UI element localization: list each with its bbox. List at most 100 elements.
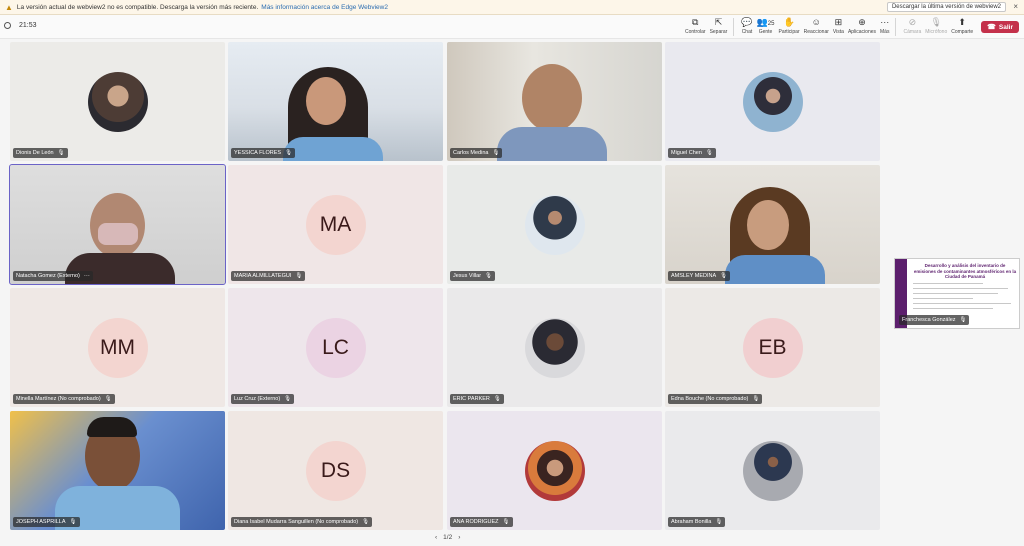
hang-up-icon: ☎: [987, 24, 996, 31]
microphone-off-icon: 🎙: [493, 396, 501, 402]
microphone-off-icon: 🎙: [69, 519, 77, 525]
participant-initials: MA: [305, 194, 366, 255]
participant-name-tag: Edna Bouche (No comprobado) 🎙: [668, 394, 763, 404]
apps-icon: ⊕: [858, 17, 866, 27]
banner-learn-more-link[interactable]: Más información acerca de Edge Webview2: [261, 4, 388, 11]
warning-icon: ▲: [5, 2, 13, 12]
participant-tile[interactable]: DS Diana Isabel Mudarra Sanguillen (No c…: [228, 411, 443, 530]
microphone-off-icon: 🎙: [485, 273, 493, 279]
participant-avatar: [524, 440, 585, 501]
toolbar-divider: [895, 18, 897, 36]
gallery-pager: ‹ 1/2 ›: [432, 534, 463, 541]
comparte-button[interactable]: ⬆ Comparte: [951, 17, 973, 35]
participant-name-tag: Diana Isabel Mudarra Sanguillen (No comp…: [231, 517, 373, 527]
next-page-icon[interactable]: ›: [458, 534, 460, 541]
more-options-icon[interactable]: ···: [84, 271, 90, 281]
participant-name-tag: ANA RODRIGUEZ 🎙: [450, 517, 513, 527]
reaccionar-button[interactable]: ☺ Reaccionar: [804, 17, 829, 35]
people-count: 25: [767, 21, 775, 27]
participant-video-tile[interactable]: JOSEPH ASPRILLA 🎙: [10, 411, 225, 530]
participant-name-tag: Miguel Chen 🎙: [668, 148, 716, 158]
microphone-off-icon: 🎙: [715, 519, 723, 525]
shield-icon: [4, 22, 11, 29]
participant-name-tag: AMSLEY MEDINA 🎙: [668, 271, 731, 281]
participant-initials: DS: [305, 440, 366, 501]
participant-tile[interactable]: MA MARIA ALMILLATEGUI 🎙: [228, 165, 443, 284]
chat-button[interactable]: 💬 Chat: [741, 17, 752, 35]
separar-button[interactable]: ⇱ Separar: [710, 17, 728, 35]
participant-avatar: [524, 317, 585, 378]
participant-name-tag: Natacha Gomez (Externo) ···: [13, 271, 93, 281]
controlar-button[interactable]: ⧉ Controlar: [685, 17, 706, 35]
participant-tile[interactable]: Abraham Bonilla 🎙: [665, 411, 880, 530]
microphone-off-icon: 🎙: [502, 519, 510, 525]
participar-button[interactable]: ✋ Participar: [778, 17, 799, 35]
participant-avatar: [524, 194, 585, 255]
emoji-icon: ☺: [811, 17, 821, 27]
participant-video-tile[interactable]: YESSICA FLORES 🎙: [228, 42, 443, 161]
participant-tile[interactable]: ANA RODRIGUEZ 🎙: [447, 411, 662, 530]
microphone-off-icon: 🎙: [295, 273, 303, 279]
close-icon[interactable]: ×: [1013, 2, 1018, 11]
camara-button[interactable]: ⊘ Cámara: [903, 17, 921, 35]
participant-name-tag: YESSICA FLORES 🎙: [231, 148, 296, 158]
microphone-off-icon: 🎙: [285, 150, 293, 156]
chat-icon: 💬: [741, 17, 753, 27]
microphone-off-icon: 🎙: [720, 273, 728, 279]
participant-name-tag: Dionis De León 🎙: [13, 148, 68, 158]
grid-view-icon: ⊞: [834, 17, 843, 27]
participant-tile[interactable]: Miguel Chen 🎙: [665, 42, 880, 161]
participant-initials: EB: [742, 317, 803, 378]
toolbar-divider: [733, 18, 735, 36]
participant-name-tag: Luz Cruz (Externo) 🎙: [231, 394, 295, 404]
aplicaciones-button[interactable]: ⊕ Aplicaciones: [848, 17, 876, 35]
people-icon: 👥25: [756, 17, 775, 27]
webview-warning-banner: ▲ La versión actual de webview2 no es co…: [0, 0, 1024, 15]
participant-tile[interactable]: EB Edna Bouche (No comprobado) 🎙: [665, 288, 880, 407]
previous-page-icon[interactable]: ‹: [435, 534, 437, 541]
raise-hand-icon: ✋: [783, 17, 795, 27]
participant-tile[interactable]: MM Minella Martínez (No comprobado) 🎙: [10, 288, 225, 407]
microphone-off-icon: 🎙: [705, 150, 713, 156]
participant-video-tile[interactable]: AMSLEY MEDINA 🎙: [665, 165, 880, 284]
more-icon: ···: [880, 17, 890, 27]
participant-tile[interactable]: Dionis De León 🎙: [10, 42, 225, 161]
mas-button[interactable]: ··· Más: [880, 17, 889, 35]
participant-tile[interactable]: Jesus Villar 🎙: [447, 165, 662, 284]
participant-name-tag: JOSEPH ASPRILLA 🎙: [13, 517, 80, 527]
participant-tile[interactable]: LC Luz Cruz (Externo) 🎙: [228, 288, 443, 407]
participant-initials: LC: [305, 317, 366, 378]
gente-button[interactable]: 👥25 Gente: [757, 17, 775, 35]
timer-text: 21:53: [19, 22, 37, 29]
leave-button[interactable]: ☎ Salir: [981, 21, 1019, 33]
vista-button[interactable]: ⊞ Vista: [833, 17, 844, 35]
meeting-timer: 21:53: [4, 22, 37, 29]
microphone-off-icon: 🎙: [752, 396, 760, 402]
microphone-off-icon: 🎙: [959, 317, 967, 323]
microphone-off-icon: 🎙: [930, 17, 942, 27]
participant-avatar: [742, 71, 803, 132]
participant-initials: MM: [87, 317, 148, 378]
participant-video-tile[interactable]: Carlos Medina 🎙: [447, 42, 662, 161]
shared-content-tile[interactable]: Desarrollo y análisis del inventario de …: [894, 258, 1020, 329]
shared-document-title: Desarrollo y análisis del inventario de …: [913, 263, 1017, 279]
camera-off-icon: ⊘: [908, 17, 917, 27]
participant-avatar: [742, 440, 803, 501]
participant-name-tag: Abraham Bonilla 🎙: [668, 517, 726, 527]
microphone-off-icon: 🎙: [284, 396, 292, 402]
participant-video-tile[interactable]: Natacha Gomez (Externo) ···: [9, 164, 226, 285]
participant-video: [522, 64, 582, 132]
presenter-name-tag: Franchesca González 🎙: [899, 315, 970, 325]
microphone-off-icon: 🎙: [362, 519, 370, 525]
participant-name-tag: Carlos Medina 🎙: [450, 148, 503, 158]
microphone-off-icon: 🎙: [492, 150, 500, 156]
participant-tile[interactable]: ERIC PARKER 🎙: [447, 288, 662, 407]
download-webview-button[interactable]: Descargar la última versión de webview2: [886, 2, 1006, 12]
meeting-toolbar: 21:53 ⧉ Controlar ⇱ Separar 💬 Chat 👥25 G…: [0, 15, 1024, 39]
microfono-button[interactable]: 🎙 Micrófono: [925, 17, 947, 35]
page-indicator: 1/2: [443, 534, 453, 541]
face-mask: [98, 223, 138, 245]
pop-out-icon: ⇱: [714, 17, 723, 27]
participant-name-tag: MARIA ALMILLATEGUI 🎙: [231, 271, 306, 281]
participant-name-tag: ERIC PARKER 🎙: [450, 394, 504, 404]
